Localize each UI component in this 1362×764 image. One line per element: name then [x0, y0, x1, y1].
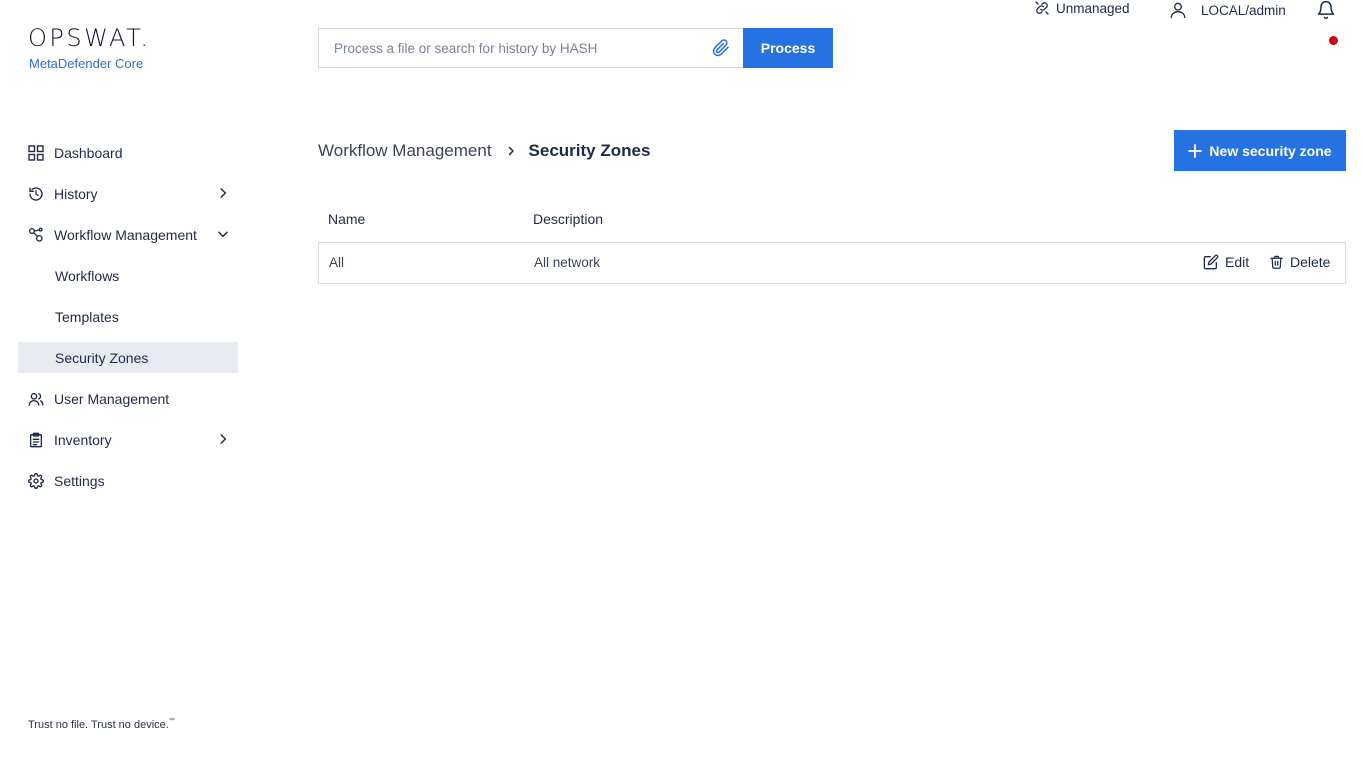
sidebar: Dashboard History Workflow Management Wo…: [18, 132, 238, 501]
paperclip-icon[interactable]: [712, 39, 730, 57]
users-icon: [28, 391, 44, 407]
sidebar-item-dashboard[interactable]: Dashboard: [18, 132, 238, 173]
user-name: LOCAL/admin: [1201, 2, 1286, 18]
clipboard-icon: [28, 432, 44, 448]
trademark-mark: ™: [168, 718, 175, 724]
column-header-description[interactable]: Description: [533, 211, 603, 227]
sidebar-item-label: Inventory: [54, 431, 112, 448]
chevron-down-icon[interactable]: [216, 227, 230, 241]
sidebar-item-label: User Management: [54, 390, 170, 407]
delete-label: Delete: [1290, 254, 1331, 270]
breadcrumb: Workflow Management Security Zones: [318, 141, 650, 161]
workflow-icon: [28, 227, 44, 243]
sidebar-item-label: History: [54, 185, 98, 202]
delete-button[interactable]: Delete: [1269, 254, 1330, 270]
cell-name: All: [329, 255, 345, 270]
sidebar-subitem-security-zones[interactable]: Security Zones: [18, 342, 238, 373]
history-icon: [28, 186, 44, 202]
plus-icon: [1188, 143, 1203, 158]
product-name: MetaDefender Core: [29, 56, 144, 71]
table-header: Name Description: [318, 211, 1346, 231]
sidebar-item-user-management[interactable]: User Management: [18, 378, 238, 419]
edit-label: Edit: [1225, 254, 1250, 270]
sidebar-item-settings[interactable]: Settings: [18, 460, 238, 501]
sidebar-item-label: Workflow Management: [54, 226, 197, 243]
chevron-right-icon[interactable]: [216, 186, 230, 200]
chevron-right-icon: [505, 145, 517, 157]
edit-button[interactable]: Edit: [1203, 254, 1249, 270]
unmanaged-label: Unmanaged: [1056, 0, 1130, 16]
unlink-icon: [1035, 1, 1049, 15]
unmanaged-status[interactable]: Unmanaged: [1034, 0, 1130, 16]
logo-wordmark: OPSWAT.: [28, 24, 151, 52]
user-icon: [1170, 2, 1186, 19]
new-security-zone-button[interactable]: New security zone: [1174, 130, 1346, 171]
trash-icon: [1270, 255, 1283, 269]
new-security-zone-label: New security zone: [1209, 142, 1332, 159]
chevron-right-icon[interactable]: [216, 432, 230, 446]
search-input[interactable]: [334, 40, 712, 56]
notification-badge: [1329, 36, 1338, 45]
search-bar: [318, 28, 744, 68]
notifications-button[interactable]: [1316, 0, 1336, 21]
breadcrumb-parent[interactable]: Workflow Management: [318, 141, 492, 161]
sidebar-item-label: Dashboard: [54, 144, 123, 161]
logo[interactable]: OPSWAT. MetaDefender Core: [28, 26, 151, 71]
sidebar-subitem-workflows[interactable]: Workflows: [18, 255, 238, 296]
bell-icon: [1317, 0, 1335, 20]
tagline: Trust no file. Trust no device.™: [28, 718, 175, 731]
gear-icon: [28, 472, 44, 489]
process-button[interactable]: Process: [743, 28, 833, 68]
edit-icon: [1203, 254, 1219, 270]
sidebar-item-label: Settings: [54, 472, 105, 489]
sidebar-item-inventory[interactable]: Inventory: [18, 419, 238, 460]
column-header-name[interactable]: Name: [328, 211, 365, 227]
cell-description: All network: [534, 255, 601, 270]
sidebar-subitem-templates[interactable]: Templates: [18, 296, 238, 337]
sidebar-item-history[interactable]: History: [18, 173, 238, 214]
sidebar-item-workflow-management[interactable]: Workflow Management: [18, 214, 238, 255]
user-menu[interactable]: LOCAL/admin: [1168, 0, 1286, 20]
page-title: Security Zones: [528, 141, 651, 160]
grid-icon: [28, 144, 44, 161]
table-row[interactable]: All All network Edit Delete: [318, 242, 1346, 284]
